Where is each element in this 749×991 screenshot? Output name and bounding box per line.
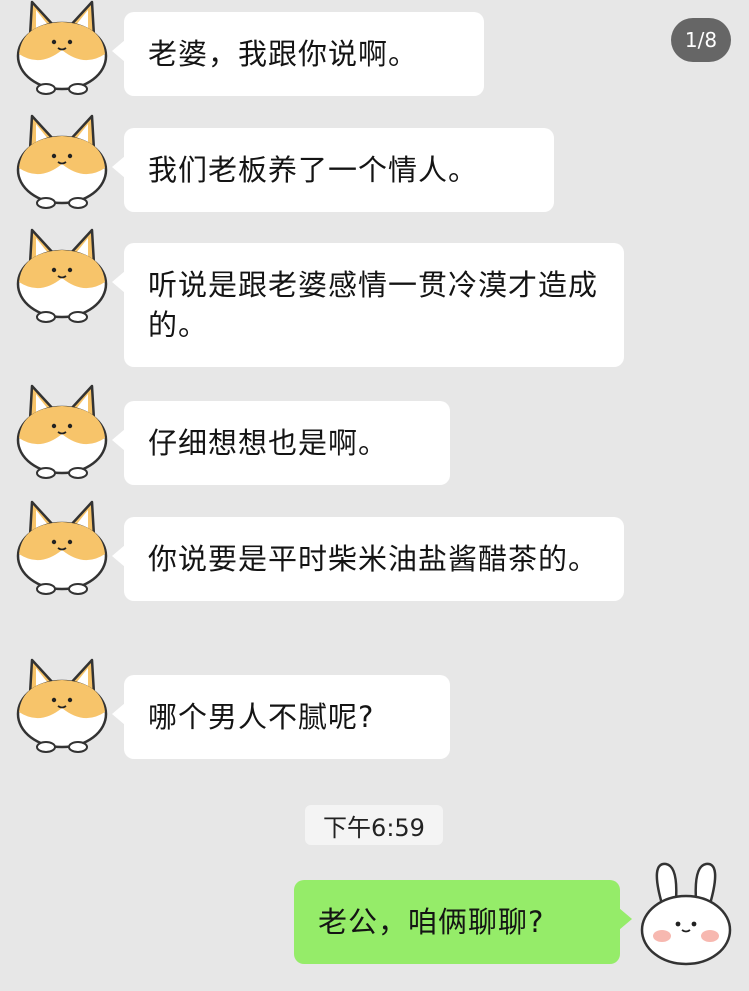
message-bubble[interactable]: 你说要是平时柴米油盐酱醋茶的。 xyxy=(112,517,624,601)
message-bubble[interactable]: 我们老板养了一个情人。 xyxy=(112,128,554,212)
corgi-avatar-icon[interactable] xyxy=(12,224,112,324)
corgi-icon xyxy=(12,654,112,754)
corgi-avatar-icon[interactable] xyxy=(12,0,112,96)
corgi-avatar-icon[interactable] xyxy=(12,380,112,480)
chat-window: 1/8 老婆，我跟你说啊。 我们老板养了一个情人。 听说是跟老婆感情一贯冷漠才造… xyxy=(0,0,749,991)
corgi-icon xyxy=(12,224,112,324)
message-bubble[interactable]: 老婆，我跟你说啊。 xyxy=(112,12,484,96)
message-bubble[interactable]: 哪个男人不腻呢? xyxy=(112,675,450,759)
bunny-icon xyxy=(636,858,736,968)
corgi-icon xyxy=(12,380,112,480)
bunny-avatar-icon[interactable] xyxy=(636,858,736,968)
my-message-bubble[interactable]: 老公，咱俩聊聊? xyxy=(294,880,632,964)
corgi-icon xyxy=(12,0,112,96)
page-indicator: 1/8 xyxy=(671,18,731,62)
message-bubble[interactable]: 听说是跟老婆感情一贯冷漠才造成的。 xyxy=(112,243,624,367)
corgi-icon xyxy=(12,110,112,210)
message-bubble[interactable]: 仔细想想也是啊。 xyxy=(112,401,450,485)
corgi-icon xyxy=(12,496,112,596)
corgi-avatar-icon[interactable] xyxy=(12,496,112,596)
timestamp: 下午6:59 xyxy=(305,805,443,845)
corgi-avatar-icon[interactable] xyxy=(12,110,112,210)
corgi-avatar-icon[interactable] xyxy=(12,654,112,754)
